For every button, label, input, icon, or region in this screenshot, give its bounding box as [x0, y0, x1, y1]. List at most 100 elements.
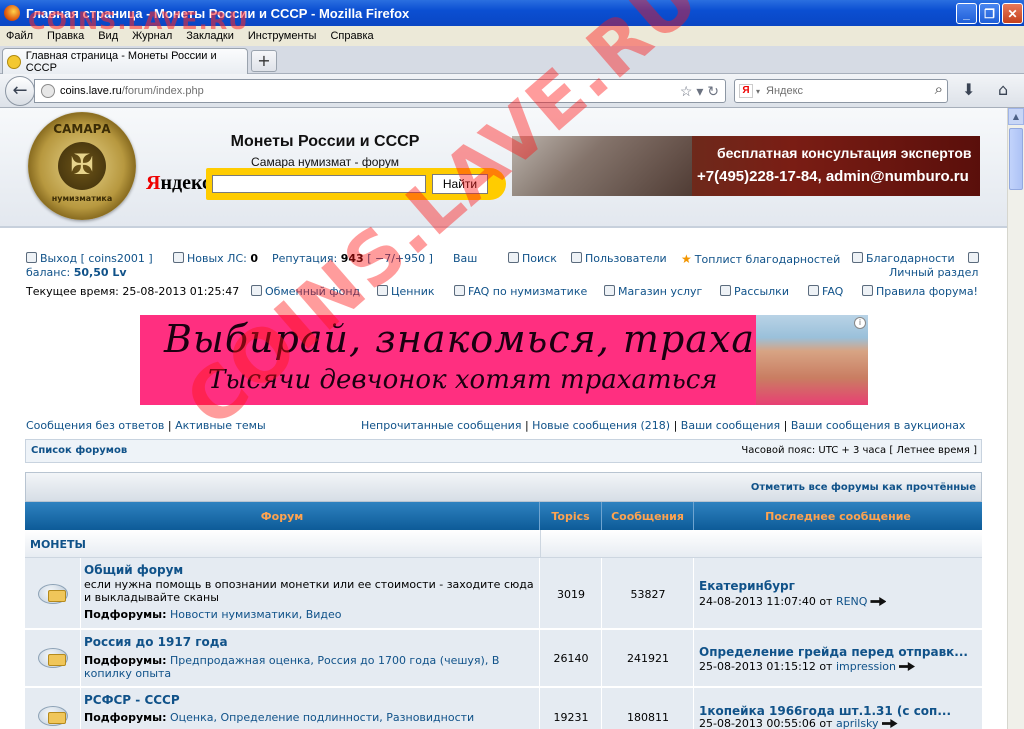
forum-title[interactable]: Общий форум — [84, 563, 183, 577]
forum-folder-icon — [38, 582, 68, 604]
url-host: coins.lave.ru — [60, 85, 122, 97]
search-placeholder: Яндекс — [766, 85, 804, 97]
firefox-icon — [4, 5, 20, 21]
last-post-info: 24-08-2013 11:07:40 от RENQ — [699, 595, 887, 608]
close-button[interactable]: ✕ — [1002, 3, 1023, 24]
exchange-icon — [251, 285, 262, 296]
last-post-title[interactable]: Определение грейда перед отправк... — [699, 645, 974, 659]
users-icon — [571, 252, 582, 263]
new-tab-button[interactable]: + — [251, 50, 277, 72]
timezone-text: Часовой пояс: UTC + 3 часа [ Летнее врем… — [741, 445, 977, 456]
forum-list-link[interactable]: Список форумов — [31, 445, 127, 456]
bookmark-star-icon[interactable]: ☆ ▾ ↻ — [680, 83, 719, 100]
last-post-user[interactable]: RENQ — [836, 595, 867, 608]
site-logo[interactable]: САМАРА ✠ нумизматика — [28, 112, 136, 220]
toplist-link[interactable]: ★ Топлист благодарностей — [681, 252, 840, 266]
forum-title[interactable]: Россия до 1917 года — [84, 635, 228, 649]
header-posts: Сообщения — [602, 502, 694, 530]
tab-main[interactable]: Главная страница - Монеты России и СССР — [2, 48, 248, 74]
back-button[interactable]: ← — [5, 76, 35, 106]
faq-numismatics-link[interactable]: FAQ по нумизматике — [454, 285, 587, 298]
mail-icon — [720, 285, 731, 296]
tab-label: Главная страница - Монеты России и СССР — [25, 49, 217, 74]
goto-post-icon[interactable] — [899, 662, 915, 671]
forum-topics-count: 26140 — [553, 652, 589, 665]
forum-subforums: Подфорумы: Предпродажная оценка, Россия … — [84, 654, 500, 680]
new-posts-link[interactable]: Новые сообщения (218) — [532, 419, 670, 432]
balance-link[interactable]: баланс: 50,50 Lv — [26, 266, 127, 279]
profile-icon[interactable] — [968, 252, 979, 265]
users-link[interactable]: Пользователи — [571, 252, 667, 265]
maximize-button[interactable]: ❐ — [979, 3, 1000, 24]
your-posts-link[interactable]: Ваши сообщения — [681, 419, 780, 432]
forum-description: если нужна помощь в опознании монетки ил… — [84, 578, 534, 604]
pm-icon — [173, 252, 184, 263]
ad-photo — [756, 315, 868, 405]
globe-icon — [41, 84, 55, 98]
rules-icon — [862, 285, 873, 296]
search-bar[interactable]: Я ▾ Яндекс ⌕ — [734, 79, 948, 103]
forum-topics-count: 19231 — [553, 711, 589, 724]
last-post-info: 25-08-2013 01:15:12 от impression — [699, 660, 915, 673]
site-title: Монеты России и СССР — [230, 133, 420, 150]
scroll-up-arrow[interactable]: ▲ — [1008, 108, 1024, 125]
new-pm-link[interactable]: Новых ЛС: 0 — [173, 252, 258, 265]
unread-link[interactable]: Непрочитанные сообщения — [361, 419, 521, 432]
forum-topics-count: 3019 — [557, 588, 585, 601]
search-icon — [508, 252, 519, 263]
ad-info-icon[interactable]: i — [854, 317, 866, 329]
eagle-icon: ✠ — [58, 142, 106, 190]
yandex-engine-icon[interactable]: Я — [739, 84, 753, 98]
rules-link[interactable]: Правила форума! — [862, 285, 978, 298]
star-icon: ★ — [681, 252, 692, 266]
faq-link[interactable]: FAQ — [808, 285, 843, 298]
tab-strip: Главная страница - Монеты России и СССР … — [0, 46, 1024, 74]
unanswered-link[interactable]: Сообщения без ответов — [26, 419, 164, 432]
help-icon — [454, 285, 465, 296]
category-row[interactable]: МОНЕТЫ — [25, 530, 982, 558]
menu-tools[interactable]: Инструменты — [248, 30, 317, 42]
forum-table-header: Форум Topics Сообщения Последнее сообщен… — [25, 502, 982, 530]
forum-folder-icon — [38, 704, 68, 726]
mark-read-link[interactable]: Отметить все форумы как прочтённые — [751, 482, 976, 493]
header-topics: Topics — [540, 502, 602, 530]
logout-icon — [26, 252, 37, 263]
search-link[interactable]: Поиск — [508, 252, 557, 265]
breadcrumb: Список форумов Часовой пояс: UTC + 3 час… — [25, 439, 982, 463]
download-icon[interactable]: ⬇ — [962, 80, 975, 99]
forum-table-top: Отметить все форумы как прочтённые — [25, 472, 982, 502]
logo-top-text: САМАРА — [53, 122, 111, 136]
shop-icon — [604, 285, 615, 296]
header-last-post: Последнее сообщение — [765, 509, 911, 523]
search-icon[interactable]: ⌕ — [935, 81, 943, 98]
forum-subforums: Подфорумы: Оценка, Определение подлиннос… — [84, 711, 475, 724]
logo-bottom-text: нумизматика — [51, 194, 113, 203]
vertical-scrollbar[interactable]: ▲ — [1007, 108, 1024, 729]
minimize-button[interactable]: _ — [956, 3, 977, 24]
last-post-user[interactable]: aprilsky — [836, 717, 879, 729]
forum-subforums: Подфорумы: Новости нумизматики, Видео — [84, 608, 342, 621]
menu-help[interactable]: Справка — [330, 30, 373, 42]
header-forum: Форум — [25, 502, 540, 530]
forum-row: РСФСР - СССР Подфорумы: Оценка, Определе… — [25, 688, 982, 729]
last-post-user[interactable]: impression — [836, 660, 896, 673]
last-post-title[interactable]: Екатеринбург — [699, 579, 974, 593]
goto-post-icon[interactable] — [870, 597, 887, 606]
shop-link[interactable]: Магазин услуг — [604, 285, 702, 298]
forum-folder-icon — [38, 646, 68, 668]
mailings-link[interactable]: Рассылки — [720, 285, 789, 298]
your-auction-posts-link[interactable]: Ваши сообщения в аукционах — [791, 419, 966, 432]
scroll-thumb[interactable] — [1009, 128, 1023, 190]
logout-link[interactable]: Выход [ coins2001 ] — [26, 252, 153, 265]
goto-post-icon[interactable] — [881, 719, 898, 728]
personal-section-link[interactable]: Личный раздел — [889, 266, 978, 279]
home-icon[interactable]: ⌂ — [998, 80, 1008, 99]
forum-posts-count: 180811 — [627, 711, 669, 724]
yandex-logo: Яндекс — [146, 172, 211, 194]
forum-title[interactable]: РСФСР - СССР — [84, 693, 180, 707]
forum-posts-count: 53827 — [630, 588, 666, 601]
thanks-link[interactable]: Благодарности — [852, 252, 955, 265]
expert-consult-banner[interactable]: бесплатная консультация экспертов +7(495… — [512, 136, 980, 196]
favicon-icon — [7, 54, 21, 69]
last-post-title[interactable]: 1копейка 1966года шт.1.31 (с соп... — [699, 704, 974, 718]
